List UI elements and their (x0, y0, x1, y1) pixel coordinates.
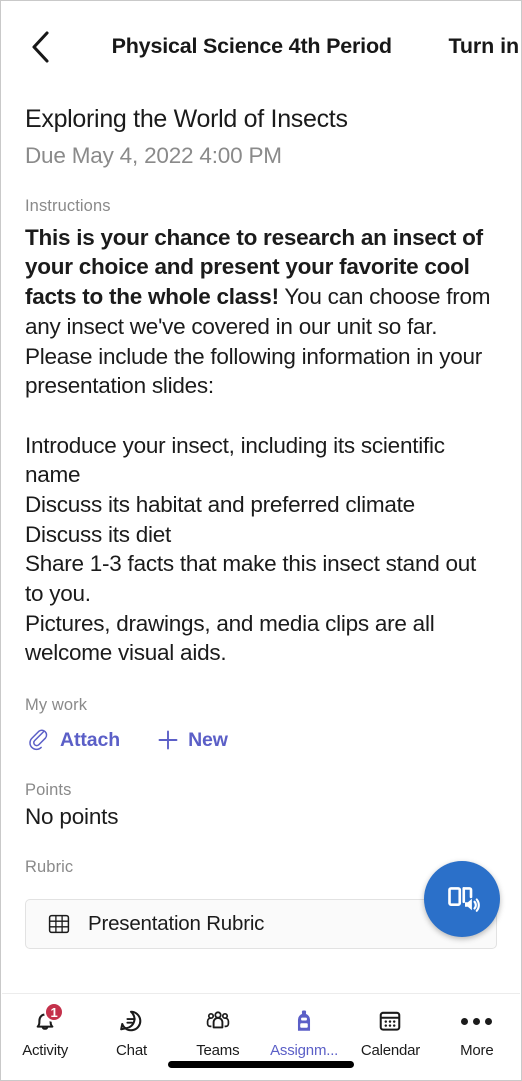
new-button[interactable]: New (155, 727, 228, 753)
assignment-title: Exploring the World of Insects (25, 105, 348, 133)
rubric-label: Rubric (25, 858, 74, 877)
new-label: New (188, 728, 228, 751)
grid-table-icon (46, 911, 72, 937)
my-work-actions: Attach New (25, 727, 497, 753)
turn-in-button[interactable]: Turn in (448, 34, 521, 59)
attach-button[interactable]: Attach (25, 727, 120, 753)
people-icon (198, 1004, 238, 1038)
nav-item-activity[interactable]: 1 Activity (2, 1002, 88, 1059)
chevron-left-icon (32, 31, 49, 63)
instructions-rest: You can choose from any insect we've cov… (25, 284, 491, 666)
nav-label-teams: Teams (196, 1042, 240, 1059)
home-indicator (168, 1061, 354, 1068)
nav-label-calendar: Calendar (360, 1042, 421, 1059)
nav-item-more[interactable]: More (434, 1004, 520, 1059)
immersive-reader-fab[interactable] (424, 861, 500, 937)
ellipsis-icon (457, 1004, 497, 1038)
instructions-label: Instructions (25, 196, 111, 215)
chat-bubble-icon (111, 1004, 151, 1038)
nav-label-assignments: Assignm... (270, 1042, 339, 1059)
nav-item-calendar[interactable]: Calendar (347, 1004, 433, 1059)
top-app-bar: Physical Science 4th Period Turn in (1, 1, 521, 91)
rubric-name: Presentation Rubric (88, 912, 265, 936)
points-value: No points (25, 804, 119, 830)
nav-label-chat: Chat (116, 1042, 147, 1059)
nav-item-teams[interactable]: Teams (175, 1004, 261, 1059)
nav-label-activity: Activity (22, 1042, 69, 1059)
attach-label: Attach (60, 728, 121, 751)
app-screen: Physical Science 4th Period Turn in Expl… (0, 0, 522, 1081)
assignment-detail-content: Exploring the World of Insects Due May 4… (1, 105, 521, 950)
activity-badge: 1 (44, 1002, 65, 1022)
points-label: Points (25, 781, 72, 800)
instructions-body: This is your chance to research an insec… (25, 223, 497, 668)
calendar-icon (370, 1004, 410, 1038)
paperclip-icon (25, 727, 51, 753)
plus-icon (155, 727, 181, 753)
bell-icon: 1 (25, 1002, 65, 1038)
assignment-due-date: Due May 4, 2022 4:00 PM (25, 142, 282, 168)
backpack-icon (284, 1004, 324, 1038)
nav-item-chat[interactable]: Chat (88, 1004, 174, 1059)
immersive-reader-icon (448, 887, 480, 912)
page-title: Physical Science 4th Period (111, 33, 392, 58)
nav-label-more: More (460, 1042, 494, 1059)
my-work-label: My work (25, 696, 88, 715)
nav-item-assignments[interactable]: Assignm... (261, 1004, 347, 1059)
